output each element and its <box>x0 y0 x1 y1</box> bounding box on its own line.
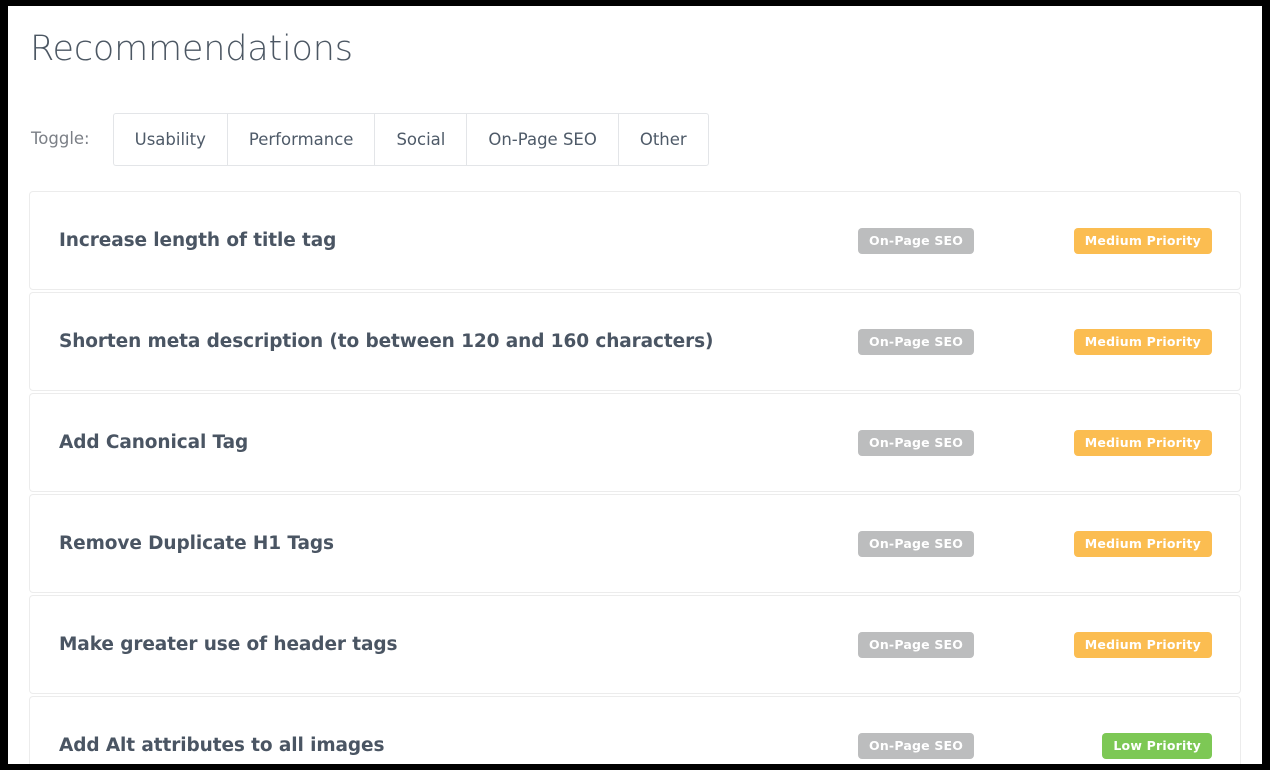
tab-performance[interactable]: Performance <box>227 113 375 166</box>
recommendation-row[interactable]: Shorten meta description (to between 120… <box>29 292 1241 391</box>
priority-badge: Medium Priority <box>1074 228 1212 254</box>
priority-badge: Medium Priority <box>1074 430 1212 456</box>
recommendations-page: Recommendations Toggle: UsabilityPerform… <box>8 6 1262 764</box>
category-badge: On-Page SEO <box>858 329 974 355</box>
recommendation-row[interactable]: Make greater use of header tagsOn-Page S… <box>29 595 1241 694</box>
page-title: Recommendations <box>29 6 1241 67</box>
recommendation-row[interactable]: Remove Duplicate H1 TagsOn-Page SEO Mediu… <box>29 494 1241 593</box>
category-badge: On-Page SEO <box>858 531 974 557</box>
category-badge: On-Page SEO <box>858 228 974 254</box>
category-badge: On-Page SEO <box>858 632 974 658</box>
recommendation-title: Remove Duplicate H1 Tags <box>30 533 1240 554</box>
tab-usability[interactable]: Usability <box>113 113 227 166</box>
recommendation-row[interactable]: Increase length of title tagOn-Page SEO M… <box>29 191 1241 290</box>
category-badge: On-Page SEO <box>858 733 974 759</box>
recommendation-row[interactable]: Add Alt attributes to all imagesOn-Page … <box>29 696 1241 764</box>
tab-on-page-seo[interactable]: On-Page SEO <box>466 113 617 166</box>
recommendation-title: Add Canonical Tag <box>30 432 1240 453</box>
category-tab-group[interactable]: UsabilityPerformanceSocialOn-Page SEOOth… <box>113 113 709 166</box>
toggle-label: Toggle: <box>31 131 90 149</box>
recommendation-row[interactable]: Add Canonical TagOn-Page SEO Medium Prior… <box>29 393 1241 492</box>
recommendation-title: Add Alt attributes to all images <box>30 735 1240 756</box>
tab-social[interactable]: Social <box>374 113 466 166</box>
recommendation-title: Increase length of title tag <box>30 230 1240 251</box>
priority-badge: Medium Priority <box>1074 329 1212 355</box>
priority-badge: Medium Priority <box>1074 531 1212 557</box>
priority-badge: Low Priority <box>1102 733 1212 759</box>
app-window: Recommendations Toggle: UsabilityPerform… <box>8 6 1262 764</box>
recommendation-title: Make greater use of header tags <box>30 634 1240 655</box>
tab-other[interactable]: Other <box>618 113 709 166</box>
recommendation-title: Shorten meta description (to between 120… <box>30 331 1240 352</box>
toggle-filter-bar: Toggle: UsabilityPerformanceSocialOn-Pag… <box>29 113 1241 166</box>
recommendations-list: Increase length of title tagOn-Page SEOM… <box>29 191 1241 764</box>
priority-badge: Medium Priority <box>1074 632 1212 658</box>
category-badge: On-Page SEO <box>858 430 974 456</box>
